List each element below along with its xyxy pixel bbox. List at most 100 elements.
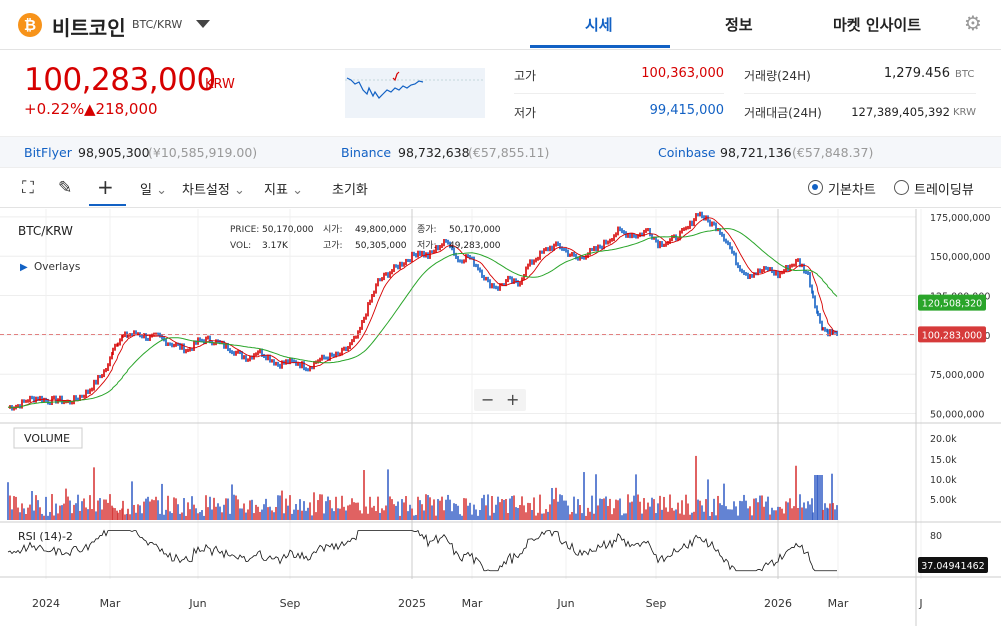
amount-24h-unit: KRW [953, 107, 976, 118]
rsi-line [7, 529, 837, 572]
coin-pair: BTC/KRW [132, 18, 183, 31]
price-axis-label: 175,000,000 [930, 213, 990, 224]
exchange-name-coinbase[interactable]: Coinbase [658, 145, 716, 160]
time-axis-label: Jun [188, 597, 206, 610]
tab-market-insight[interactable]: 마켓 인사이트 [833, 14, 921, 35]
coin-name: 비트코인 [52, 16, 126, 40]
chart-settings-label: 차트설정 [182, 183, 230, 198]
current-price: 100,283,000 [24, 62, 216, 98]
basic-chart-label[interactable]: 기본차트 [828, 179, 876, 198]
rsi-label: RSI (14)-2 [18, 530, 73, 543]
fullscreen-icon[interactable]: ⛶ [22, 178, 34, 198]
basic-chart-radio[interactable] [808, 180, 823, 195]
time-axis-label: Mar [828, 597, 849, 610]
change-percent: +0.22% [24, 100, 85, 118]
time-axis-label: 2024 [32, 597, 60, 610]
overlays-label[interactable]: Overlays [34, 261, 80, 273]
legend-high: 50,305,000 [355, 241, 407, 251]
time-axis-label: Jun [556, 597, 574, 610]
chevron-down-icon: ⌄ [292, 183, 303, 198]
high-value: 100,363,000 [641, 66, 724, 81]
active-tab-indicator [530, 45, 670, 48]
price-axis-label: 150,000,000 [930, 252, 990, 263]
exchange-price-bar: BitFlyer 98,905,300 (¥10,585,919.00) Bin… [0, 136, 1001, 168]
volume-label: VOLUME [24, 432, 70, 445]
price-axis-label: 50,000,000 [930, 410, 984, 421]
low-label: 저가 [514, 106, 537, 120]
legend-close-label: 종가: [417, 224, 437, 235]
legend-pair: BTC/KRW [18, 224, 73, 238]
rsi-value-tag-text: 37.04941462 [921, 561, 984, 572]
price-summary: 100,283,000 KRW +0.22% ▲218,000 고가 100,3… [0, 50, 1001, 136]
exchange-sub-coinbase: (€57,848.37) [792, 145, 874, 160]
time-axis-label: Mar [462, 597, 483, 610]
rsi-axis-label: 80 [930, 531, 942, 542]
exchange-price-bitflyer: 98,905,300 [78, 145, 150, 160]
indicators-select[interactable]: 지표 ⌄ [264, 179, 303, 198]
time-axis-label: J [918, 597, 922, 610]
legend-open-label: 시가: [323, 224, 343, 235]
volume-24h-unit: BTC [955, 69, 975, 80]
period-label: 일 [140, 183, 152, 198]
volume-24h-label: 거래량(24H) [744, 69, 811, 83]
volume-24h-value: 1,279.456 [883, 66, 950, 81]
exchange-sub-bitflyer: (¥10,585,919.00) [148, 145, 258, 160]
ma-value-tag-text: 120,508,320 [922, 299, 982, 310]
exchange-sub-binance: (€57,855.11) [468, 145, 550, 160]
tab-price[interactable]: 시세 [585, 14, 613, 35]
time-axis-label: Sep [280, 597, 301, 610]
volume-axis-label: 5.00k [930, 495, 957, 506]
coin-dropdown-caret-icon[interactable] [196, 20, 210, 28]
chevron-down-icon: ⌄ [233, 183, 245, 198]
gear-icon[interactable]: ⚙ [962, 12, 984, 34]
legend-vol: 3.17K [262, 241, 289, 251]
reset-button[interactable]: 초기화 [332, 179, 368, 198]
low-value: 99,415,000 [649, 103, 724, 118]
amount-24h-value: 127,389,405,392 [851, 105, 950, 119]
current-price-currency: KRW [205, 77, 235, 92]
legend-price-label: PRICE: [230, 225, 259, 235]
exchange-name-binance[interactable]: Binance [341, 145, 391, 160]
legend-low-label: 저가: [417, 240, 437, 251]
crosshair-icon[interactable]: + [97, 175, 114, 199]
overlays-toggle-icon[interactable]: ▶ [20, 262, 28, 273]
legend-high-label: 고가: [323, 240, 343, 251]
app-root: ₿ 비트코인 BTC/KRW 시세 정보 마켓 인사이트 ⚙ 100,283,0… [0, 0, 1001, 626]
period-select[interactable]: 일 ⌄ [140, 179, 167, 198]
zoom-out-button[interactable]: − [481, 390, 494, 409]
legend-low: 49,283,000 [449, 241, 501, 251]
price-axis-label: 75,000,000 [930, 370, 984, 381]
tab-info[interactable]: 정보 [725, 14, 753, 35]
price-chart-area[interactable]: 50,000,00075,000,000100,000,000125,000,0… [0, 209, 1001, 626]
zoom-in-button[interactable]: + [506, 390, 519, 409]
amount-24h-label: 거래대금(24H) [744, 106, 822, 120]
top-bar: ₿ 비트코인 BTC/KRW 시세 정보 마켓 인사이트 ⚙ [0, 0, 1001, 50]
indicators-label: 지표 [264, 183, 288, 198]
volume-axis-label: 10.0k [930, 475, 957, 486]
time-axis-label: 2026 [764, 597, 792, 610]
sparkline-chart [345, 68, 485, 118]
chart-toolbar: ⛶ ✎ + 일 ⌄ 차트설정 ⌄ 지표 ⌄ 초기화 기본차트 트레이딩뷰 [0, 170, 1001, 208]
bitcoin-logo-icon: ₿ [18, 13, 42, 37]
tradingview-radio[interactable] [894, 180, 909, 195]
price-chart-svg[interactable]: 50,000,00075,000,000100,000,000125,000,0… [0, 209, 1001, 626]
exchange-price-coinbase: 98,721,136 [720, 145, 792, 160]
exchange-name-bitflyer[interactable]: BitFlyer [24, 145, 72, 160]
chevron-down-icon: ⌄ [156, 183, 168, 198]
change-value: ▲218,000 [84, 100, 158, 118]
pencil-draw-icon[interactable]: ✎ [58, 178, 72, 198]
legend-open: 49,800,000 [355, 225, 407, 235]
volume-axis-label: 20.0k [930, 434, 957, 445]
chart-settings-select[interactable]: 차트설정 ⌄ [182, 179, 245, 198]
crosshair-active-indicator [89, 204, 126, 206]
time-axis-label: 2025 [398, 597, 426, 610]
high-label: 고가 [514, 69, 537, 83]
time-axis-label: Sep [646, 597, 667, 610]
volume-axis-label: 15.0k [930, 455, 957, 466]
tradingview-label[interactable]: 트레이딩뷰 [914, 179, 974, 198]
time-axis-label: Mar [100, 597, 121, 610]
exchange-price-binance: 98,732,638 [398, 145, 470, 160]
legend-price: 50,170,000 [262, 225, 314, 235]
legend-close: 50,170,000 [449, 225, 501, 235]
legend-vol-label: VOL: [230, 241, 251, 251]
